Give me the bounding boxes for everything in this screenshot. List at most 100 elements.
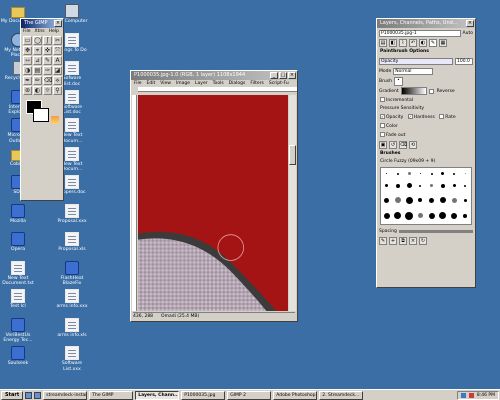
color-checkbox[interactable] bbox=[380, 123, 385, 128]
opacity-checkbox[interactable]: ✓ bbox=[380, 114, 385, 119]
desktop-icon[interactable]: Soulseek bbox=[0, 346, 36, 367]
taskbar-button[interactable]: P1000035.jpg bbox=[181, 390, 226, 400]
new-brush-icon[interactable]: + bbox=[389, 237, 397, 245]
brush-cell[interactable] bbox=[384, 197, 390, 203]
hardness-checkbox[interactable]: ✓ bbox=[407, 114, 413, 119]
restore-options-icon[interactable]: ↺ bbox=[389, 141, 397, 149]
toolbox-menu-help[interactable]: Help bbox=[49, 29, 59, 34]
toolbox-menu-xtns[interactable]: Xtns bbox=[35, 29, 45, 34]
duplicate-brush-icon[interactable]: ⧉ bbox=[399, 237, 407, 245]
desktop-icon[interactable]: FlashHeat BlazeFix bbox=[54, 260, 90, 287]
close-icon[interactable]: × bbox=[466, 20, 474, 27]
tool-button-icon[interactable]: ✒ bbox=[23, 76, 32, 85]
desktop-icon[interactable]: Opera bbox=[0, 232, 36, 253]
taskbar-button[interactable]: Adobe Photoshop bbox=[273, 390, 318, 400]
tool-button-icon[interactable]: ⌫ bbox=[43, 76, 52, 85]
brush-cell[interactable] bbox=[464, 173, 466, 175]
brush-preview-button[interactable]: • bbox=[394, 76, 403, 86]
save-options-icon[interactable]: ▣ bbox=[379, 141, 387, 149]
taskbar-button[interactable]: Layers, Chann... bbox=[135, 390, 180, 400]
start-button[interactable]: Start bbox=[1, 390, 24, 400]
toolbox-menu-file[interactable]: File bbox=[23, 29, 31, 34]
tab-layers[interactable]: ▤ bbox=[379, 39, 387, 47]
brush-cell[interactable] bbox=[439, 197, 446, 204]
tool-button-icon[interactable]: ⊛ bbox=[23, 86, 32, 95]
tray-network-icon[interactable] bbox=[460, 392, 466, 398]
opacity-value[interactable]: 100.0 bbox=[455, 57, 473, 65]
tool-button-icon[interactable]: ▭ bbox=[23, 36, 32, 45]
tool-button-icon[interactable]: ✑ bbox=[43, 66, 52, 75]
brush-cell[interactable] bbox=[419, 173, 421, 175]
tool-button-icon[interactable]: ◑ bbox=[23, 66, 32, 75]
tool-button-icon[interactable]: ⚲ bbox=[53, 86, 62, 95]
brush-cell[interactable] bbox=[405, 211, 414, 220]
tab-undo[interactable]: ↶ bbox=[409, 39, 417, 47]
layers-titlebar[interactable]: Layers, Channels, Paths, Und... × bbox=[377, 19, 475, 28]
brush-cell[interactable] bbox=[430, 184, 434, 188]
brush-cell[interactable] bbox=[441, 172, 445, 176]
close-icon[interactable]: × bbox=[288, 72, 296, 79]
brush-cell[interactable] bbox=[405, 196, 413, 204]
tool-button-icon[interactable]: A bbox=[53, 56, 62, 65]
desktop-icon[interactable]: Test Icl bbox=[0, 289, 36, 310]
brush-cell[interactable] bbox=[453, 172, 456, 175]
gradient-button[interactable] bbox=[400, 87, 427, 95]
brush-cell[interactable] bbox=[406, 183, 412, 189]
brush-cell[interactable] bbox=[395, 183, 400, 188]
delete-brush-icon[interactable]: × bbox=[409, 237, 417, 245]
reverse-checkbox[interactable] bbox=[428, 88, 434, 94]
brush-cell[interactable] bbox=[407, 172, 411, 176]
tool-button-icon[interactable]: ʃ bbox=[43, 36, 52, 45]
brush-cell[interactable] bbox=[394, 212, 402, 220]
tool-button-icon[interactable]: ⤧ bbox=[53, 46, 62, 55]
menu-tools[interactable]: Tools bbox=[213, 81, 224, 86]
reset-options-icon[interactable]: ⟲ bbox=[409, 141, 417, 149]
desktop-icon[interactable]: VeriBestUs Energy Tec... bbox=[0, 317, 36, 344]
mode-select[interactable]: Normal bbox=[393, 67, 434, 75]
brush-cell[interactable] bbox=[386, 173, 388, 175]
tab-patterns[interactable]: ▦ bbox=[439, 39, 447, 47]
desktop-icon[interactable]: Proposal.xls bbox=[54, 232, 90, 253]
desktop-icon[interactable]: Proposal.xxx bbox=[54, 203, 90, 225]
scroll-thumb[interactable] bbox=[289, 145, 296, 165]
layers-dock-window[interactable]: Layers, Channels, Paths, Und... × P10000… bbox=[376, 18, 476, 288]
menu-script-fu[interactable]: Script-Fu bbox=[269, 81, 289, 86]
tab-colors[interactable]: ◐ bbox=[419, 39, 427, 47]
fade-checkbox[interactable] bbox=[380, 132, 385, 137]
menu-edit[interactable]: Edit bbox=[147, 81, 156, 86]
brush-cell[interactable] bbox=[385, 184, 389, 188]
desktop-icon[interactable]: Software List.xxx bbox=[54, 346, 90, 372]
brush-cell[interactable] bbox=[439, 212, 447, 220]
toolbox-titlebar[interactable]: The GIMP × bbox=[21, 19, 63, 28]
brush-cell[interactable] bbox=[464, 184, 467, 187]
tool-button-icon[interactable]: ⌖ bbox=[33, 46, 42, 55]
menu-file[interactable]: File bbox=[134, 81, 142, 86]
tool-button-icon[interactable]: ◐ bbox=[33, 86, 42, 95]
tool-button-icon[interactable]: ⟡ bbox=[53, 76, 62, 85]
tool-button-icon[interactable]: ⇿ bbox=[23, 56, 32, 65]
brush-cell[interactable] bbox=[419, 184, 422, 187]
tray-antivirus-icon[interactable] bbox=[468, 392, 474, 398]
brush-cell[interactable] bbox=[383, 212, 390, 219]
image-select[interactable]: P1000035.jpg-1 bbox=[379, 29, 461, 37]
taskbar-button[interactable]: The GIMP bbox=[89, 390, 134, 400]
tab-paths[interactable]: ⌇ bbox=[399, 39, 407, 47]
maximize-icon[interactable]: □ bbox=[279, 72, 287, 79]
tool-button-icon[interactable]: ✎ bbox=[43, 56, 52, 65]
vertical-ruler[interactable] bbox=[132, 95, 137, 311]
horizontal-ruler[interactable] bbox=[138, 87, 297, 92]
brush-cell[interactable] bbox=[451, 212, 458, 219]
image-canvas[interactable] bbox=[138, 95, 288, 311]
auto-button[interactable]: Auto bbox=[463, 31, 473, 36]
desktop-icon[interactable]: Mozilla bbox=[0, 203, 36, 225]
tool-button-icon[interactable]: ⊿ bbox=[33, 56, 42, 65]
edit-brush-icon[interactable]: ✎ bbox=[379, 237, 387, 245]
quicklaunch-ie-icon[interactable] bbox=[25, 391, 33, 399]
tool-button-icon[interactable]: ◪ bbox=[53, 66, 62, 75]
gimp-toolbox-window[interactable]: The GIMP × File Xtns Help ▭ ◯ ʃ ✂ ✥ ⌖ ✜ ⤧ ⇿ ⊿ ✎ A ◑ ▤ ✑ ◪… bbox=[20, 18, 64, 201]
brush-grid[interactable] bbox=[380, 167, 472, 225]
menu-layer[interactable]: Layer bbox=[195, 81, 208, 86]
color-selector[interactable] bbox=[23, 98, 61, 130]
desktop-icon[interactable]: arms info.xxx bbox=[54, 289, 90, 310]
menu-view[interactable]: View bbox=[160, 81, 171, 86]
